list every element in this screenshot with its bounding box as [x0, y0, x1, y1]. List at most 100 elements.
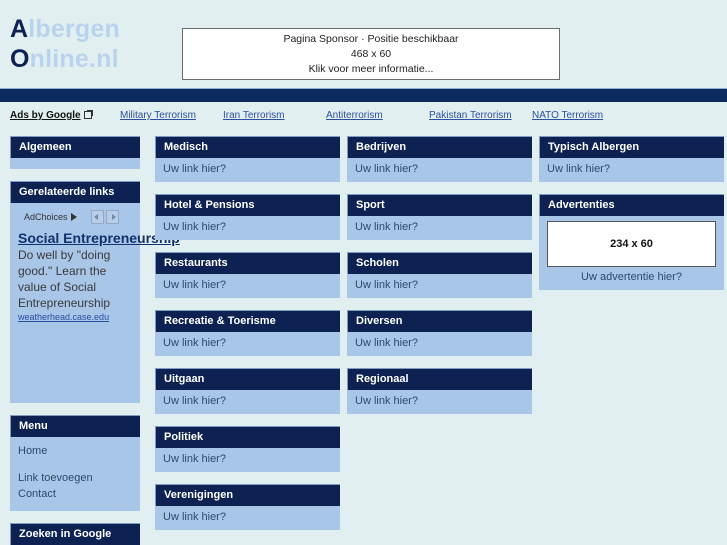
ad-link-slot-4: Pakistan Terrorism — [429, 109, 532, 121]
sidebar-block-algemeen-body — [10, 158, 140, 169]
category-link-restaurants[interactable]: Uw link hier? — [155, 274, 340, 298]
sidebar-block-menu: Menu Home Link toevoegen Contact — [10, 415, 140, 511]
ad-link-antiterrorism[interactable]: Antiterrorism — [326, 110, 383, 121]
category-link-recreatie-toerisme[interactable]: Uw link hier? — [155, 332, 340, 356]
sidebar-ad-description: Do well by "doing good." Learn the value… — [18, 248, 111, 310]
category-link-verenigingen[interactable]: Uw link hier? — [155, 506, 340, 530]
logo-line-1: Albergen — [10, 14, 120, 44]
sidebar: Algemeen Gerelateerde links AdChoices So… — [10, 136, 180, 545]
logo-line-1-rest: lbergen — [28, 15, 120, 43]
menu-item-link-toevoegen[interactable]: Link toevoegen — [18, 470, 132, 486]
category-block-sport: Sport Uw link hier? — [347, 194, 532, 240]
ad-carousel-arrows — [90, 210, 119, 224]
site-logo[interactable]: Albergen Online.nl — [10, 14, 120, 74]
category-block-scholen: Scholen Uw link hier? — [347, 252, 532, 298]
sponsor-line-3: Klik voor meer informatie... — [308, 62, 434, 75]
category-title-typisch-albergen[interactable]: Typisch Albergen — [539, 136, 724, 158]
menu-item-contact[interactable]: Contact — [18, 486, 132, 502]
category-title-politiek[interactable]: Politiek — [155, 426, 340, 448]
category-link-diversen[interactable]: Uw link hier? — [347, 332, 532, 356]
carousel-prev-icon[interactable] — [90, 210, 104, 224]
sidebar-block-algemeen: Algemeen — [10, 136, 140, 169]
category-title-regionaal[interactable]: Regionaal — [347, 368, 532, 390]
advertenties-block: Advertenties 234 x 60 Uw advertentie hie… — [539, 194, 724, 290]
category-block-typisch-albergen: Typisch Albergen Uw link hier? — [539, 136, 724, 182]
content-columns: Algemeen Gerelateerde links AdChoices So… — [0, 136, 727, 545]
category-title-bedrijven[interactable]: Bedrijven — [347, 136, 532, 158]
sidebar-block-related-links: Gerelateerde links AdChoices Social Entr… — [10, 181, 180, 403]
ad-link-nato-terrorism[interactable]: NATO Terrorism — [532, 110, 603, 121]
category-link-uitgaan[interactable]: Uw link hier? — [155, 390, 340, 414]
sidebar-ad-url[interactable]: weatherhead.case.edu — [18, 312, 109, 322]
category-column-1: Medisch Uw link hier? Hotel & Pensions U… — [155, 136, 340, 542]
category-title-sport[interactable]: Sport — [347, 194, 532, 216]
sidebar-ad-box: AdChoices Social Entrepreneurship Do wel… — [10, 203, 180, 403]
ad-link-slot-3: Antiterrorism — [326, 109, 429, 121]
sidebar-item-menu: Menu — [10, 415, 140, 437]
category-block-verenigingen: Verenigingen Uw link hier? — [155, 484, 340, 530]
category-block-politiek: Politiek Uw link hier? — [155, 426, 340, 472]
ad-link-slot-1: Military Terrorism — [120, 109, 223, 121]
category-block-uitgaan: Uitgaan Uw link hier? — [155, 368, 340, 414]
adchoices-label: AdChoices — [24, 212, 68, 222]
category-block-restaurants: Restaurants Uw link hier? — [155, 252, 340, 298]
category-link-scholen[interactable]: Uw link hier? — [347, 274, 532, 298]
logo-line-2-rest: nline.nl — [29, 45, 119, 73]
category-block-diversen: Diversen Uw link hier? — [347, 310, 532, 356]
category-link-regionaal[interactable]: Uw link hier? — [347, 390, 532, 414]
category-link-sport[interactable]: Uw link hier? — [347, 216, 532, 240]
sidebar-item-gerelateerde-links: Gerelateerde links — [10, 181, 140, 203]
logo-line-2-cap: O — [10, 45, 30, 73]
category-title-recreatie-toerisme[interactable]: Recreatie & Toerisme — [155, 310, 340, 332]
google-ads-bar: Ads by Google Military Terrorism Iran Te… — [0, 102, 727, 128]
ad-link-slot-2: Iran Terrorism — [223, 109, 326, 121]
carousel-next-icon[interactable] — [105, 210, 119, 224]
category-block-bedrijven: Bedrijven Uw link hier? — [347, 136, 532, 182]
category-link-hotel-pensions[interactable]: Uw link hier? — [155, 216, 340, 240]
sidebar-item-algemeen[interactable]: Algemeen — [10, 136, 140, 158]
page-root: Albergen Online.nl Pagina Sponsor · Posi… — [0, 0, 727, 545]
category-link-politiek[interactable]: Uw link hier? — [155, 448, 340, 472]
navy-divider-bar — [0, 88, 727, 102]
sidebar-item-zoeken-in-google: Zoeken in Google — [10, 523, 140, 545]
sponsor-line-1: Pagina Sponsor · Positie beschikbaar — [283, 32, 459, 45]
category-link-medisch[interactable]: Uw link hier? — [155, 158, 340, 182]
ad-link-pakistan-terrorism[interactable]: Pakistan Terrorism — [429, 110, 512, 121]
category-title-scholen[interactable]: Scholen — [347, 252, 532, 274]
logo-line-2: Online.nl — [10, 44, 120, 74]
category-column-3: Typisch Albergen Uw link hier? Advertent… — [539, 136, 724, 302]
sponsor-banner[interactable]: Pagina Sponsor · Positie beschikbaar 468… — [182, 28, 560, 80]
logo-line-1-cap: A — [10, 15, 29, 43]
ads-by-google-label: Ads by Google — [10, 110, 81, 121]
advertenties-body: 234 x 60 Uw advertentie hier? — [539, 216, 724, 290]
category-title-restaurants[interactable]: Restaurants — [155, 252, 340, 274]
ad-link-slot-5: NATO Terrorism — [532, 109, 635, 121]
category-title-diversen[interactable]: Diversen — [347, 310, 532, 332]
sponsor-line-2: 468 x 60 — [350, 47, 392, 60]
sidebar-menu-body: Home Link toevoegen Contact — [10, 437, 140, 511]
adchoices-triangle-icon — [70, 213, 77, 221]
advert-caption[interactable]: Uw advertentie hier? — [547, 271, 716, 284]
advert-placeholder-box[interactable]: 234 x 60 — [547, 221, 716, 267]
category-link-typisch-albergen[interactable]: Uw link hier? — [539, 158, 724, 182]
menu-spacer — [18, 459, 132, 470]
ad-link-military-terrorism[interactable]: Military Terrorism — [120, 110, 196, 121]
category-column-2: Bedrijven Uw link hier? Sport Uw link hi… — [347, 136, 532, 426]
category-title-verenigingen[interactable]: Verenigingen — [155, 484, 340, 506]
category-title-uitgaan[interactable]: Uitgaan — [155, 368, 340, 390]
external-link-icon — [83, 110, 93, 119]
category-block-regionaal: Regionaal Uw link hier? — [347, 368, 532, 414]
category-title-hotel-pensions[interactable]: Hotel & Pensions — [155, 194, 340, 216]
sidebar-block-search: Zoeken in Google — [10, 523, 140, 545]
main-content: Algemeen Gerelateerde links AdChoices So… — [0, 128, 727, 545]
menu-item-home[interactable]: Home — [18, 443, 132, 459]
category-link-bedrijven[interactable]: Uw link hier? — [347, 158, 532, 182]
advertenties-title: Advertenties — [539, 194, 724, 216]
ad-link-iran-terrorism[interactable]: Iran Terrorism — [223, 110, 285, 121]
site-header: Albergen Online.nl Pagina Sponsor · Posi… — [0, 0, 727, 88]
category-block-hotel-pensions: Hotel & Pensions Uw link hier? — [155, 194, 340, 240]
category-block-medisch: Medisch Uw link hier? — [155, 136, 340, 182]
ads-by-google-slot[interactable]: Ads by Google — [10, 109, 120, 121]
category-title-medisch[interactable]: Medisch — [155, 136, 340, 158]
adchoices-row[interactable]: AdChoices — [24, 210, 132, 224]
